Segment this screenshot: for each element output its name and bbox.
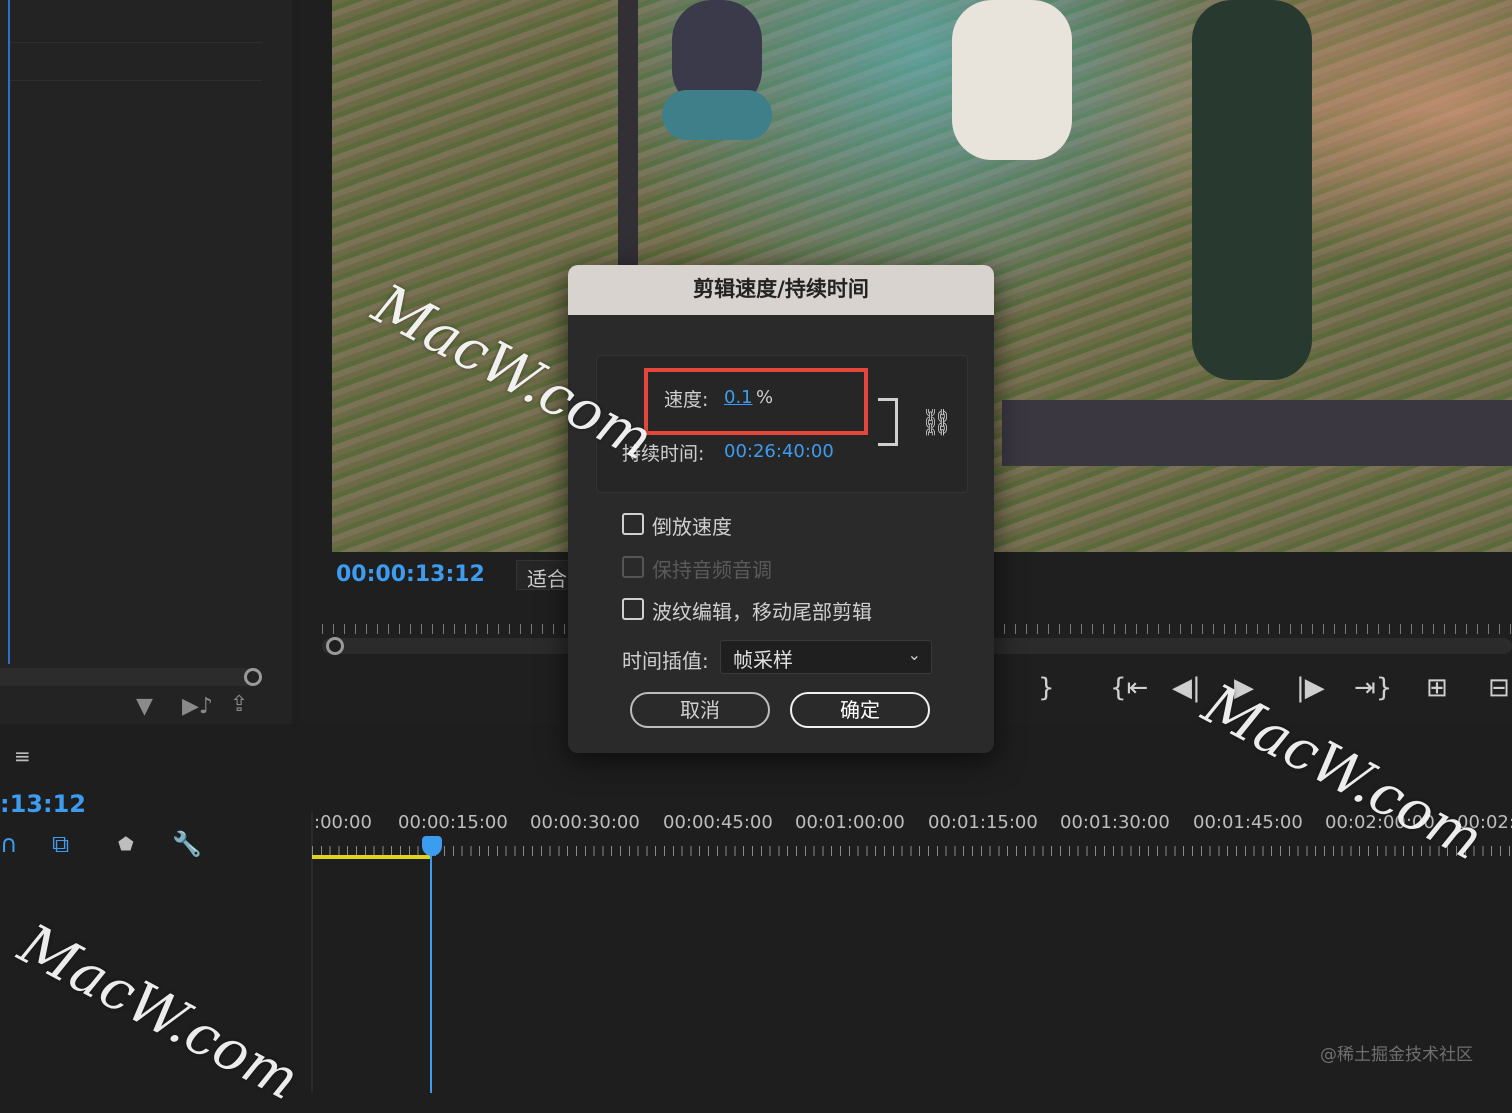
maintain-audio-label: 保持音频音调 xyxy=(652,558,772,582)
timeline-ruler[interactable] xyxy=(312,834,1512,856)
letterbox-bar xyxy=(1002,400,1512,466)
speed-duration-dialog: 剪辑速度/持续时间 xyxy=(568,265,994,753)
ruler-label: 00:00:15:00 xyxy=(398,812,508,833)
time-interpolation-select[interactable]: 帧采样 ⌄ xyxy=(720,640,932,674)
figure-shorts xyxy=(662,90,772,140)
filter-icon[interactable]: ▼ xyxy=(136,696,153,718)
audio-icon[interactable]: ▶♪ xyxy=(182,696,213,718)
playhead-line xyxy=(430,854,432,1093)
panel-edge-line xyxy=(8,0,10,664)
work-area-bar[interactable] xyxy=(312,855,430,859)
ruler-label: 00:01:15:00 xyxy=(928,812,1038,833)
go-to-in-icon[interactable]: {⇤ xyxy=(1110,672,1148,704)
lift-icon[interactable]: ⊞ xyxy=(1426,672,1448,704)
monitor-timecode[interactable]: 00:00:13:12 xyxy=(336,562,485,587)
mark-out-icon[interactable]: } xyxy=(1038,672,1055,704)
ripple-edit-checkbox[interactable] xyxy=(622,598,644,620)
zoom-scrollbar[interactable] xyxy=(0,668,256,686)
figure-jeans xyxy=(1192,0,1312,380)
extract-icon[interactable]: ⊟ xyxy=(1488,672,1510,704)
wrench-icon[interactable]: 🔧 xyxy=(172,830,202,858)
step-forward-icon[interactable]: |▶ xyxy=(1296,672,1325,704)
ripple-edit-label: 波纹编辑，移动尾部剪辑 xyxy=(652,600,872,624)
row-divider xyxy=(10,80,262,81)
dialog-title: 剪辑速度/持续时间 xyxy=(568,265,994,315)
maintain-audio-checkbox[interactable] xyxy=(622,556,644,578)
go-to-out-icon[interactable]: ⇥} xyxy=(1354,672,1392,704)
reverse-speed-label: 倒放速度 xyxy=(652,515,732,539)
cancel-button[interactable]: 取消 xyxy=(630,692,770,728)
ok-button[interactable]: 确定 xyxy=(790,692,930,728)
menu-icon[interactable]: ≡ xyxy=(14,744,31,768)
source-credit: @稀土掘金技术社区 xyxy=(1320,1045,1473,1065)
ruler-label: 00:00:45:00 xyxy=(663,812,773,833)
row-divider xyxy=(10,42,262,43)
interpolation-value: 帧采样 xyxy=(733,648,793,672)
ruler-label: 00:01:30:00 xyxy=(1060,812,1170,833)
ruler-label: 00:01:00:00 xyxy=(795,812,905,833)
letterbox-bar xyxy=(618,0,638,280)
duration-value[interactable]: 00:26:40:00 xyxy=(724,441,834,462)
step-back-icon[interactable]: ◀| xyxy=(1172,672,1201,704)
timeline-timecode[interactable]: :13:12 xyxy=(0,790,86,818)
chevron-down-icon: ⌄ xyxy=(907,645,921,664)
marker-icon[interactable]: ⬟ xyxy=(118,834,134,855)
zoom-scroll-handle[interactable] xyxy=(244,668,262,686)
time-interpolation-label: 时间插值: xyxy=(622,649,709,673)
figure-dress xyxy=(952,0,1072,160)
snap-icon[interactable]: ∩ xyxy=(0,830,18,858)
ruler-label: 00:00:30:00 xyxy=(530,812,640,833)
export-icon[interactable]: ⇪ xyxy=(230,694,248,716)
linked-selection-icon[interactable]: ⧉ xyxy=(52,830,69,858)
ruler-label: 00:01:45:00 xyxy=(1193,812,1303,833)
highlight-box xyxy=(644,368,868,435)
playhead-handle[interactable] xyxy=(422,836,442,856)
monitor-scroll-handle[interactable] xyxy=(326,637,344,655)
project-panel: ▼ ▶♪ ⇪ xyxy=(0,0,292,724)
chain-link-icon[interactable]: ⛓ xyxy=(920,408,953,438)
reverse-speed-checkbox[interactable] xyxy=(622,513,644,535)
link-bracket xyxy=(878,398,898,446)
ruler-label: :00:00 xyxy=(314,812,372,833)
